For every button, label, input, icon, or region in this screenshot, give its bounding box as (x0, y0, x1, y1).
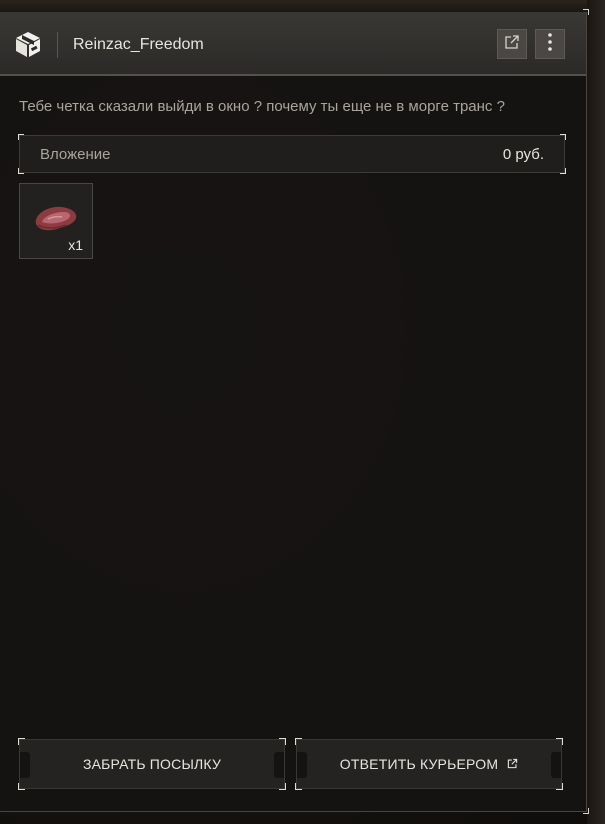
attachment-value: 0 руб. (502, 146, 544, 163)
frame-corner (295, 783, 302, 790)
take-parcel-label: ЗАБРАТЬ ПОСЫЛКУ (82, 756, 222, 772)
button-notch (551, 752, 561, 778)
header-divider (57, 32, 58, 58)
open-external-button[interactable] (497, 29, 527, 59)
attachment-label: Вложение (40, 146, 111, 163)
attachment-bar: Вложение 0 руб. (18, 134, 566, 174)
item-slot[interactable]: x1 (19, 183, 93, 259)
sender-name: Reinzac_Freedom (73, 36, 204, 53)
frame-corner (560, 168, 566, 174)
button-notch (274, 752, 284, 778)
frame-corner (295, 738, 302, 745)
frame-corner (18, 134, 24, 140)
background-top (0, 0, 605, 12)
frame-corner (583, 808, 589, 814)
background-right (587, 0, 605, 824)
frame-corner (556, 783, 563, 790)
frame-corner (279, 738, 286, 745)
frame-corner (279, 783, 286, 790)
message-text: Тебе четка сказали выйди в окно ? почему… (19, 98, 505, 115)
reply-courier-button[interactable]: ОТВЕТИТЬ КУРЬЕРОМ (295, 738, 563, 790)
parcel-panel: Reinzac_Freedom Тебе четка сказали выйди… (0, 9, 589, 814)
reply-courier-label: ОТВЕТИТЬ КУРЬЕРОМ (339, 756, 499, 772)
external-link-icon (507, 756, 518, 772)
frame-corner (556, 738, 563, 745)
button-notch (297, 752, 307, 778)
panel-header: Reinzac_Freedom (0, 12, 586, 76)
frame-corner (560, 134, 566, 140)
external-link-icon (504, 34, 520, 55)
more-vertical-icon (548, 32, 552, 56)
button-notch (20, 752, 30, 778)
frame-corner (18, 168, 24, 174)
package-icon (14, 30, 42, 58)
frame-corner (18, 738, 25, 745)
more-options-button[interactable] (535, 29, 565, 59)
frame-corner (18, 783, 25, 790)
take-parcel-button[interactable]: ЗАБРАТЬ ПОСЫЛКУ (18, 738, 286, 790)
item-quantity: x1 (68, 237, 83, 253)
